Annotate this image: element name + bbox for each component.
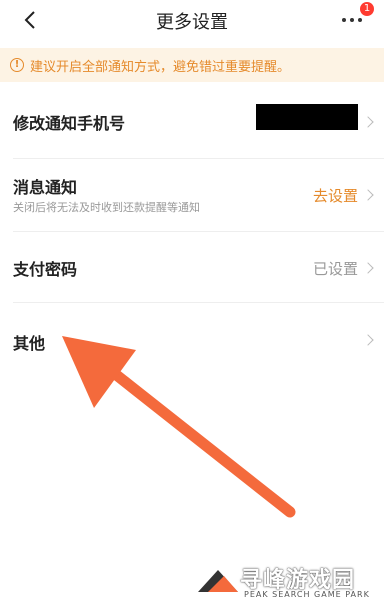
go-settings-link[interactable]: 去设置	[313, 185, 358, 206]
watermark: 寻峰游戏园 PEAK SEARCH GAME PARK	[196, 560, 380, 604]
exclamation-circle-icon: !	[10, 58, 24, 72]
notice-text: 建议开启全部通知方式，避免错过重要提醒。	[30, 59, 291, 75]
chevron-right-icon	[362, 116, 374, 128]
setting-row-payment-password[interactable]: 支付密码 已设置	[0, 232, 384, 302]
chevron-right-icon	[362, 334, 374, 346]
chevron-right-icon	[362, 262, 374, 274]
notification-badge: 1	[360, 2, 374, 16]
setting-row-other[interactable]: 其他	[0, 303, 384, 375]
redacted-phone-number	[256, 104, 358, 130]
chevron-right-icon	[362, 189, 374, 201]
setting-row-message-notification[interactable]: 消息通知 关闭后将无法及时收到还款提醒等通知 去设置	[0, 159, 384, 231]
setting-label-phone: 修改通知手机号	[13, 114, 126, 133]
setting-sub-message: 关闭后将无法及时收到还款提醒等通知	[13, 201, 200, 214]
navbar: 更多设置 1	[0, 0, 384, 40]
more-options-button[interactable]: 1	[336, 2, 374, 34]
more-dots-icon	[342, 18, 362, 22]
watermark-subtext: PEAK SEARCH GAME PARK	[244, 590, 370, 599]
notice-banner: ! 建议开启全部通知方式，避免错过重要提醒。	[0, 48, 384, 82]
setting-label-payment: 支付密码	[13, 260, 78, 279]
page-title: 更多设置	[156, 12, 228, 33]
watermark-logo-icon	[198, 570, 238, 592]
setting-label-other: 其他	[13, 334, 46, 353]
payment-status-value: 已设置	[312, 260, 358, 278]
setting-label-message: 消息通知	[13, 178, 78, 197]
